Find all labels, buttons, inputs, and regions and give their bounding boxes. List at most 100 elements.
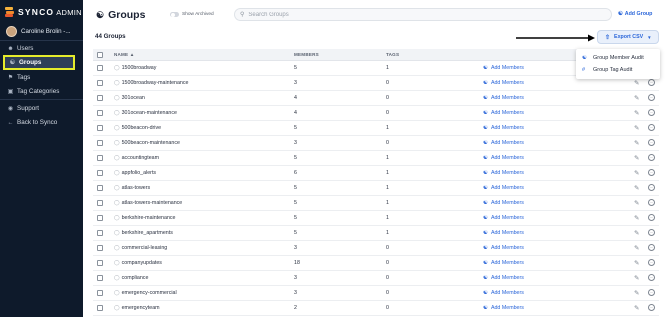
row-checkbox[interactable] <box>97 125 103 131</box>
more-options-icon[interactable]: ··· <box>648 124 655 131</box>
row-checkbox[interactable] <box>97 200 103 206</box>
table-row[interactable]: ◯ 301ocean 4 0 ☯ Add Members ✎ ··· <box>93 91 659 106</box>
add-members-button[interactable]: ☯ Add Members <box>483 65 524 71</box>
add-members-button[interactable]: ☯ Add Members <box>483 185 524 191</box>
group-name-cell[interactable]: ◯ berkshire_apartments <box>114 230 173 236</box>
export-csv-button[interactable]: ⇧ Export CSV ▼ <box>597 30 659 44</box>
show-archived-toggle[interactable]: Show Archived <box>170 12 214 17</box>
table-row[interactable]: ◯ 500beacon-maintenance 3 0 ☯ Add Members ✎ ··· <box>93 136 659 151</box>
edit-icon[interactable]: ✎ <box>634 274 639 282</box>
sidebar-item-users[interactable]: ☻ Users <box>6 43 33 54</box>
edit-icon[interactable]: ✎ <box>634 79 639 87</box>
more-options-icon[interactable]: ··· <box>648 244 655 251</box>
more-options-icon[interactable]: ··· <box>648 94 655 101</box>
table-row[interactable]: ◯1500broadway51☯Add Members✎··· <box>93 61 659 76</box>
column-header-name[interactable]: NAME ▲ <box>114 52 135 57</box>
table-row[interactable]: ◯ companyupdates 18 0 ☯ Add Members ✎ ··· <box>93 256 659 271</box>
add-members-button[interactable]: ☯ Add Members <box>483 80 524 86</box>
row-checkbox[interactable] <box>97 170 103 176</box>
row-checkbox[interactable] <box>97 305 103 311</box>
row-checkbox[interactable] <box>97 275 103 281</box>
user-menu[interactable]: Caroline Brolin -... <box>6 26 71 37</box>
edit-icon[interactable]: ✎ <box>634 199 639 207</box>
table-row[interactable]: ◯ accountingteam 5 1 ☯ Add Members ✎ ··· <box>93 151 659 166</box>
add-members-button[interactable]: ☯ Add Members <box>483 125 524 131</box>
row-checkbox[interactable] <box>97 80 103 86</box>
row-checkbox[interactable] <box>97 140 103 146</box>
table-row[interactable]: ◯ 301ocean-maintenance 4 0 ☯ Add Members ✎ ··· <box>93 106 659 121</box>
add-members-button[interactable]: ☯ Add Members <box>483 290 524 296</box>
group-name-cell[interactable]: ◯ 500beacon-maintenance <box>114 140 180 146</box>
group-name-cell[interactable]: ◯ 1500broadway <box>114 65 156 71</box>
add-group-button[interactable]: ☯ Add Group <box>618 11 652 17</box>
add-members-button[interactable]: ☯ Add Members <box>483 110 524 116</box>
menu-item-group-member-audit[interactable]: ☯ Group Member Audit <box>582 53 644 63</box>
row-checkbox[interactable] <box>97 245 103 251</box>
row-checkbox[interactable] <box>97 290 103 296</box>
group-name-cell[interactable]: ◯ 301ocean <box>114 95 145 101</box>
table-row[interactable]: ◯ compliance 3 0 ☯ Add Members ✎ ··· <box>93 271 659 286</box>
table-row[interactable]: ◯ 500beacon-drive 5 1 ☯ Add Members ✎ ··· <box>93 121 659 136</box>
edit-icon[interactable]: ✎ <box>634 139 639 147</box>
more-options-icon[interactable]: ··· <box>648 139 655 146</box>
add-members-button[interactable]: ☯ Add Members <box>483 140 524 146</box>
row-checkbox[interactable] <box>97 155 103 161</box>
more-options-icon[interactable]: ··· <box>648 199 655 206</box>
edit-icon[interactable]: ✎ <box>634 94 639 102</box>
group-name-cell[interactable]: ◯ 1500broadway-maintenance <box>114 80 188 86</box>
add-members-button[interactable]: ☯ Add Members <box>483 230 524 236</box>
group-name-cell[interactable]: ◯ appfolio_alerts <box>114 170 156 176</box>
row-checkbox[interactable] <box>97 65 103 71</box>
group-name-cell[interactable]: ◯ berkshire-maintenance <box>114 215 176 221</box>
sidebar-item-tag-categories[interactable]: ▣ Tag Categories <box>6 86 60 97</box>
table-row[interactable]: ◯ appfolio_alerts 6 1 ☯ Add Members ✎ ··· <box>93 166 659 181</box>
menu-item-group-tag-audit[interactable]: # Group Tag Audit <box>582 65 632 75</box>
table-row[interactable]: ◯ emergency-commercial 3 0 ☯ Add Members ✎ ··· <box>93 286 659 301</box>
table-row[interactable]: ◯ atlas-towers-maintenance 5 1 ☯ Add Members ✎… <box>93 196 659 211</box>
edit-icon[interactable]: ✎ <box>634 229 639 237</box>
add-members-button[interactable]: ☯ Add Members <box>483 155 524 161</box>
more-options-icon[interactable]: ··· <box>648 214 655 221</box>
group-name-cell[interactable]: ◯ emergency-commercial <box>114 290 177 296</box>
more-options-icon[interactable]: ··· <box>648 289 655 296</box>
toggle-switch[interactable] <box>170 12 179 17</box>
group-name-cell[interactable]: ◯ accountingteam <box>114 155 159 161</box>
add-members-button[interactable]: ☯ Add Members <box>483 305 524 311</box>
table-row[interactable]: ◯ emergencyteam 2 0 ☯ Add Members ✎ ··· <box>93 301 659 316</box>
group-name-cell[interactable]: ◯ atlas-towers <box>114 185 150 191</box>
group-name-cell[interactable]: ◯ atlas-towers-maintenance <box>114 200 182 206</box>
row-checkbox[interactable] <box>97 215 103 221</box>
more-options-icon[interactable]: ··· <box>648 274 655 281</box>
sidebar-item-back-to-synco[interactable]: ← Back to Synco <box>6 117 58 128</box>
row-checkbox[interactable] <box>97 110 103 116</box>
sidebar-item-tags[interactable]: ⚑ Tags <box>6 72 31 83</box>
sidebar-item-support[interactable]: ◉ Support <box>6 103 39 114</box>
edit-icon[interactable]: ✎ <box>634 214 639 222</box>
add-members-button[interactable]: ☯ Add Members <box>483 215 524 221</box>
more-options-icon[interactable]: ··· <box>648 154 655 161</box>
group-name-cell[interactable]: ◯ emergencyteam <box>114 305 160 311</box>
row-checkbox[interactable] <box>97 185 103 191</box>
edit-icon[interactable]: ✎ <box>634 244 639 252</box>
table-row[interactable]: ◯ commercial-leasing 3 0 ☯ Add Members ✎ ··· <box>93 241 659 256</box>
select-all-checkbox[interactable] <box>97 52 103 58</box>
table-row[interactable]: ◯ atlas-towers 5 1 ☯ Add Members ✎ ··· <box>93 181 659 196</box>
more-options-icon[interactable]: ··· <box>648 304 655 311</box>
more-options-icon[interactable]: ··· <box>648 109 655 116</box>
search-bar[interactable]: ⚲ <box>234 8 612 21</box>
edit-icon[interactable]: ✎ <box>634 124 639 132</box>
edit-icon[interactable]: ✎ <box>634 154 639 162</box>
sidebar-item-groups[interactable]: ☯ Groups <box>3 55 75 70</box>
group-name-cell[interactable]: ◯ 301ocean-maintenance <box>114 110 177 116</box>
more-options-icon[interactable]: ··· <box>648 169 655 176</box>
group-name-cell[interactable]: ◯ commercial-leasing <box>114 245 167 251</box>
add-members-button[interactable]: ☯ Add Members <box>483 245 524 251</box>
synco-logo[interactable]: SYNCO ADMIN <box>5 6 82 18</box>
add-members-button[interactable]: ☯ Add Members <box>483 200 524 206</box>
column-header-members[interactable]: MEMBERS <box>294 52 319 57</box>
add-members-button[interactable]: ☯ Add Members <box>483 95 524 101</box>
more-options-icon[interactable]: ··· <box>648 184 655 191</box>
search-input[interactable] <box>248 11 609 18</box>
row-checkbox[interactable] <box>97 260 103 266</box>
table-row[interactable]: ◯ berkshire-maintenance 5 1 ☯ Add Members ✎ ··· <box>93 211 659 226</box>
